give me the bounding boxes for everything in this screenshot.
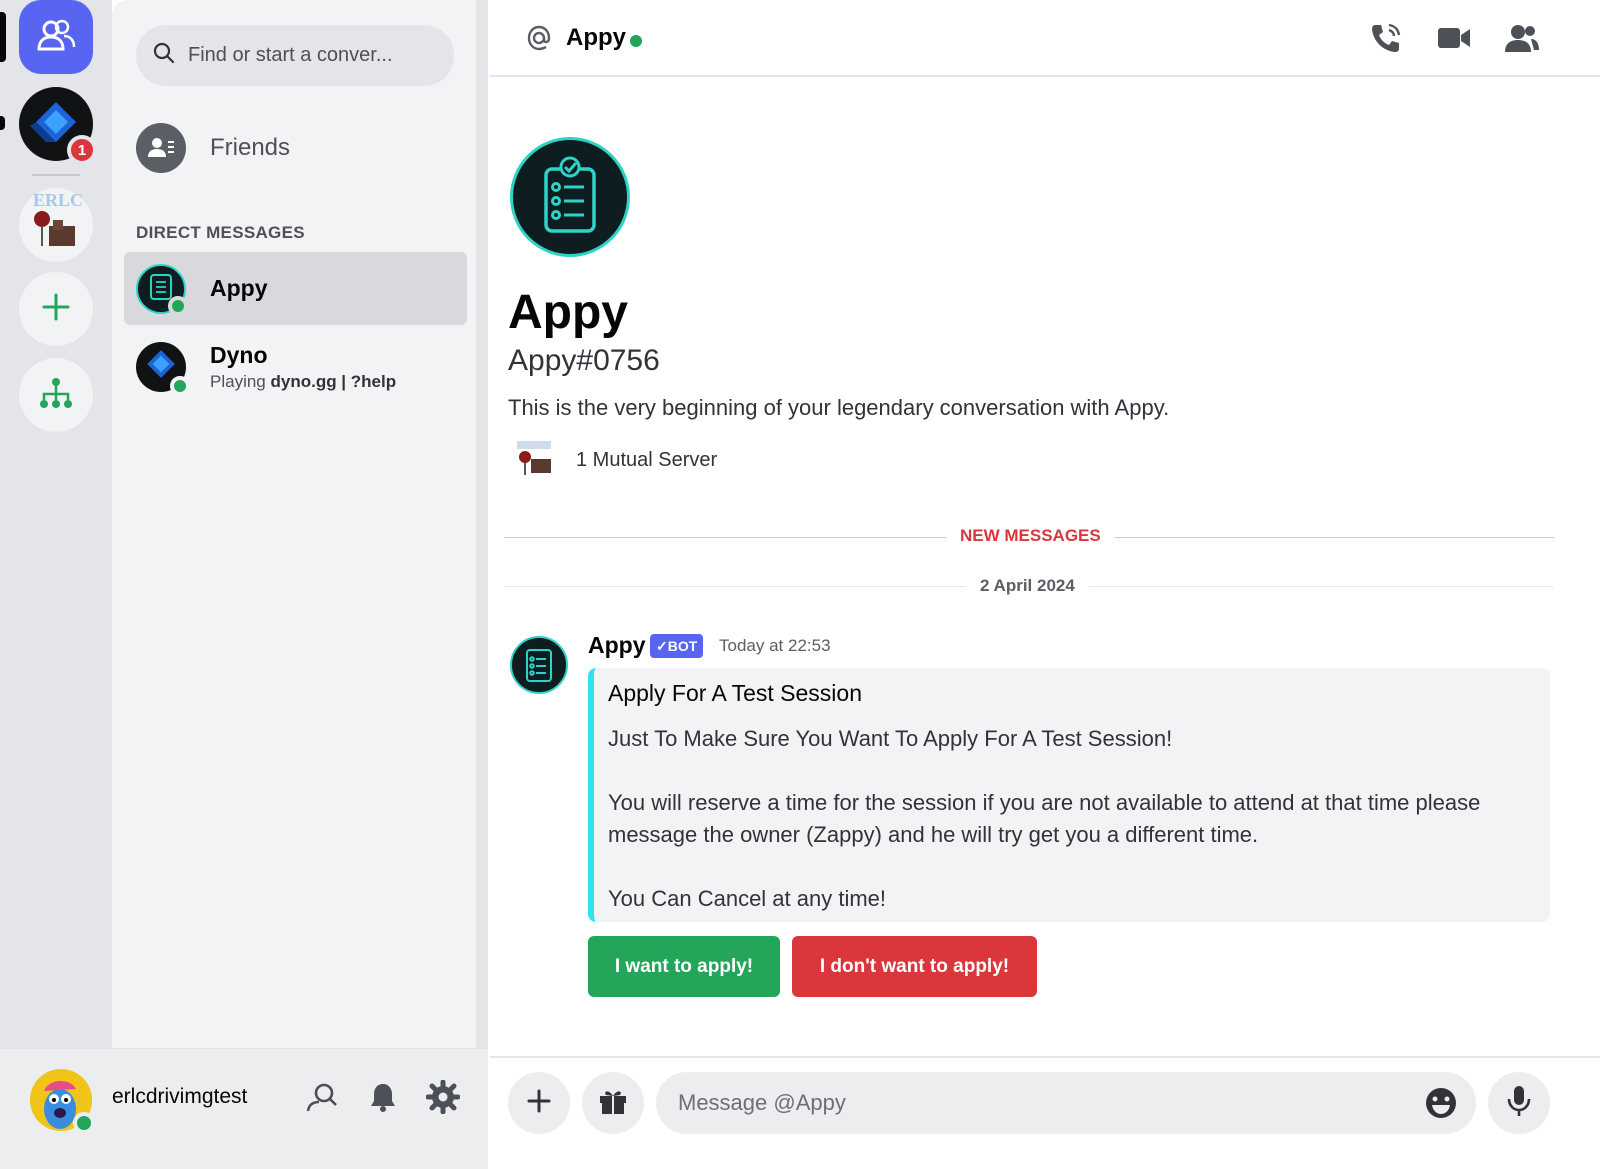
phone-call-icon — [1369, 21, 1403, 60]
message-composer: Message @Appy — [490, 1056, 1600, 1169]
profile-name: Appy — [508, 286, 628, 339]
voice-message-button[interactable] — [1488, 1072, 1550, 1134]
mention-badge: 1 — [67, 135, 97, 165]
message-author[interactable]: Appy — [588, 632, 646, 659]
date-label: 2 April 2024 — [966, 576, 1089, 596]
mutual-servers-label: 1 Mutual Server — [576, 448, 718, 471]
unread-pill — [0, 116, 5, 130]
message-embed: Apply For A Test Session Just To Make Su… — [588, 668, 1550, 922]
chat-header: Appy — [490, 0, 1600, 77]
online-status — [168, 295, 188, 316]
settings-button[interactable] — [423, 1079, 463, 1119]
mutual-servers[interactable]: 1 Mutual Server — [510, 438, 717, 482]
selected-pill — [0, 12, 6, 62]
notifications-button[interactable] — [363, 1079, 403, 1119]
video-call-button[interactable] — [1434, 20, 1474, 60]
channel-name: Appy — [566, 24, 626, 51]
online-status — [170, 375, 190, 396]
avatar — [136, 341, 190, 396]
user-avatar[interactable] — [30, 1069, 95, 1134]
clipboard-checklist-icon — [538, 155, 602, 240]
gift-icon — [597, 1085, 629, 1122]
bell-icon — [368, 1081, 398, 1118]
profile-tag: Appy#0756 — [508, 344, 660, 377]
plus-icon — [526, 1088, 552, 1119]
friends-home-icon — [34, 13, 78, 62]
user-profile-button[interactable] — [1502, 20, 1542, 60]
rail-separator — [32, 174, 80, 176]
dm-activity: Playing dyno.gg | ?help — [210, 372, 396, 392]
conversation-intro: This is the very beginning of your legen… — [508, 395, 1170, 420]
friends-label: Friends — [210, 134, 291, 161]
user-profile-icon — [1504, 22, 1540, 59]
dm-panel: Find or start a conver... Friends DIRECT… — [112, 0, 488, 1169]
message-timestamp: Today at 22:53 — [719, 636, 831, 655]
activity-prefix: Playing — [210, 371, 271, 391]
add-server-button[interactable] — [19, 272, 93, 346]
discover-button[interactable] — [19, 358, 93, 432]
gear-icon — [425, 1079, 461, 1119]
new-messages-label: NEW MESSAGES — [946, 526, 1115, 546]
server-rail: 1 ERLC — [0, 0, 112, 1169]
direct-messages-heading: DIRECT MESSAGES — [136, 223, 305, 242]
server-dyno[interactable]: 1 — [19, 87, 97, 165]
online-status — [73, 1112, 95, 1134]
mutual-server-icon — [510, 438, 560, 482]
plus-icon — [41, 292, 71, 327]
user-panel: erlcdrivimgtest — [0, 1048, 488, 1169]
chat-main: Appy Appy Appy#0756 This is the very beg… — [490, 0, 1600, 1169]
embed-body: Just To Make Sure You Want To Apply For … — [608, 726, 1481, 911]
at-sign-icon — [526, 24, 552, 57]
online-status — [630, 35, 642, 47]
decline-button[interactable]: I don't want to apply! — [792, 936, 1037, 997]
server-erlc[interactable]: ERLC — [19, 188, 93, 262]
search-input[interactable]: Find or start a conver... — [136, 25, 454, 86]
search-placeholder: Find or start a conver... — [188, 44, 393, 66]
dm-name: Dyno — [210, 341, 268, 368]
hierarchy-icon — [39, 376, 73, 415]
message-input[interactable]: Message @Appy — [656, 1072, 1476, 1134]
friends-icon — [136, 123, 186, 173]
dm-scrollbar[interactable] — [476, 0, 488, 1048]
profile-avatar — [510, 137, 630, 257]
voice-call-button[interactable] — [1366, 20, 1406, 60]
erlc-label: ERLC — [33, 190, 84, 210]
find-users-button[interactable] — [302, 1079, 342, 1119]
home-button[interactable] — [19, 0, 93, 74]
message-avatar[interactable] — [510, 636, 568, 694]
microphone-icon — [1506, 1084, 1532, 1123]
friends-nav-item[interactable]: Friends — [136, 122, 466, 174]
gift-button[interactable] — [582, 1072, 644, 1134]
erlc-server-icon: ERLC — [19, 188, 93, 262]
search-icon — [152, 41, 176, 70]
dm-item-appy[interactable]: Appy — [124, 252, 467, 325]
activity-name: dyno.gg | ?help — [270, 371, 397, 391]
video-camera-icon — [1436, 24, 1472, 57]
username: erlcdrivimgtest — [112, 1085, 248, 1108]
dm-item-dyno[interactable]: Dyno Playing dyno.gg | ?help — [124, 330, 467, 403]
avatar — [136, 263, 188, 316]
user-search-icon — [305, 1080, 339, 1119]
embed-title: Apply For A Test Session — [608, 680, 862, 706]
emoji-icon[interactable] — [1424, 1086, 1458, 1126]
clipboard-icon — [523, 643, 555, 688]
bot-badge: ✓BOT — [650, 634, 704, 658]
message-placeholder: Message @Appy — [678, 1090, 846, 1115]
apply-button[interactable]: I want to apply! — [588, 936, 780, 997]
attach-button[interactable] — [508, 1072, 570, 1134]
dm-name: Appy — [210, 275, 268, 301]
